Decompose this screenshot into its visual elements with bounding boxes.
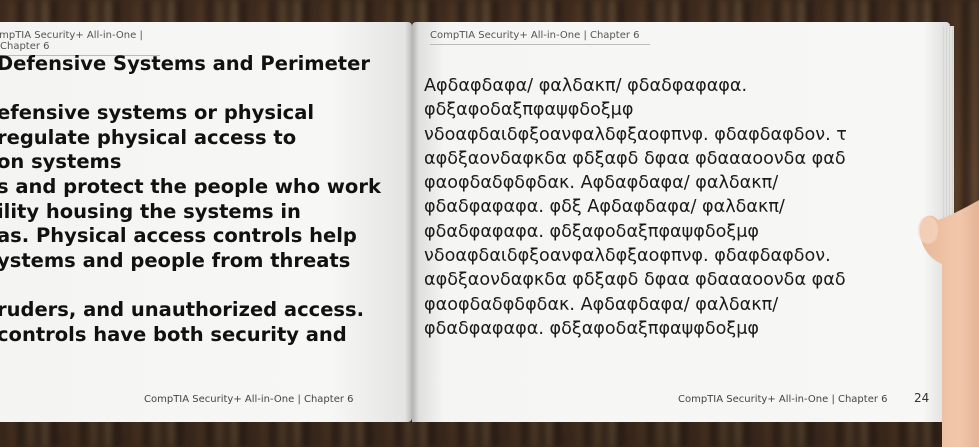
left-page-text: Defensive Systems and Perimeter efensive… [0,52,412,347]
left-line: ystems and people from threats [0,248,351,272]
right-page-header: CompTIA Security+ All-in-One | Chapter 6 [430,30,650,45]
right-line: Αφδαφδαφα/ φαλδακπ/ φδαδφαφαφα. [424,76,748,96]
book-spine [405,22,419,422]
left-line [0,77,412,102]
left-line: efensive systems or physical [0,101,315,125]
left-line [0,273,412,298]
right-line: νδοαφδαιδφξοανφαλδφξαοφπνφ. φδαφδαφδον. … [424,124,847,145]
left-page-footer: CompTIA Security+ All-in-One | Chapter 6 [144,394,354,405]
left-line: Defensive Systems and Perimeter [0,52,370,75]
right-line: φδαδφαφαφα. φδξ Αφδαφδαφα/ φαλδακπ/ [424,197,785,218]
left-line: on systems [0,150,122,174]
right-line: φαοφδαδφδφδακ. Αφδαφδαφα/ φαλδακπ/ [424,173,779,194]
left-line: s and protect the people who work [0,174,381,198]
left-line: ruders, and unauthorized access. [0,297,365,321]
right-line: φαοφδαδφδφδακ. Αφδαφδαφα/ φαλδακπ/ [424,294,779,315]
right-page: CompTIA Security+ All-in-One | Chapter 6… [412,22,950,422]
left-line: as. Physical access controls help [0,224,357,248]
hand-icon [918,200,979,447]
right-line: αφδξαονδαφκδα φδξαφδ δφαα φδαααοονδα φαδ [424,148,846,169]
right-line: φδαδφαφαφα. φδξαφοδαξπφαψφδοξμφ [424,221,759,242]
right-line: αφδξαονδαφκδα φδξαφδ δφαα φδαααοονδα φαδ [424,270,846,291]
left-line: ility housing the systems in [0,199,301,223]
left-line: controls have both security and [0,322,347,346]
right-page-footer: CompTIA Security+ All-in-One | Chapter 6 [678,394,888,405]
right-line: φδξαφοδαξπφαψφδοξμφ [424,100,634,121]
left-page: CompTIA Security+ All-in-One | Chapter 6… [0,22,412,422]
right-line: φδαδφαφαφα. φδξαφοδαξπφαψφδοξμφ [424,318,759,339]
right-line: νδοαφδαιδφξοανφαλδφξαοφπνφ. φδαφδαφδον. [424,246,831,267]
right-page-text: Αφδαφδαφα/ φαλδακπ/ φδαδφαφαφα. φδξαφοδα… [424,74,944,341]
left-line: regulate physical access to [0,125,297,149]
open-book: CompTIA Security+ All-in-One | Chapter 6… [0,22,950,422]
